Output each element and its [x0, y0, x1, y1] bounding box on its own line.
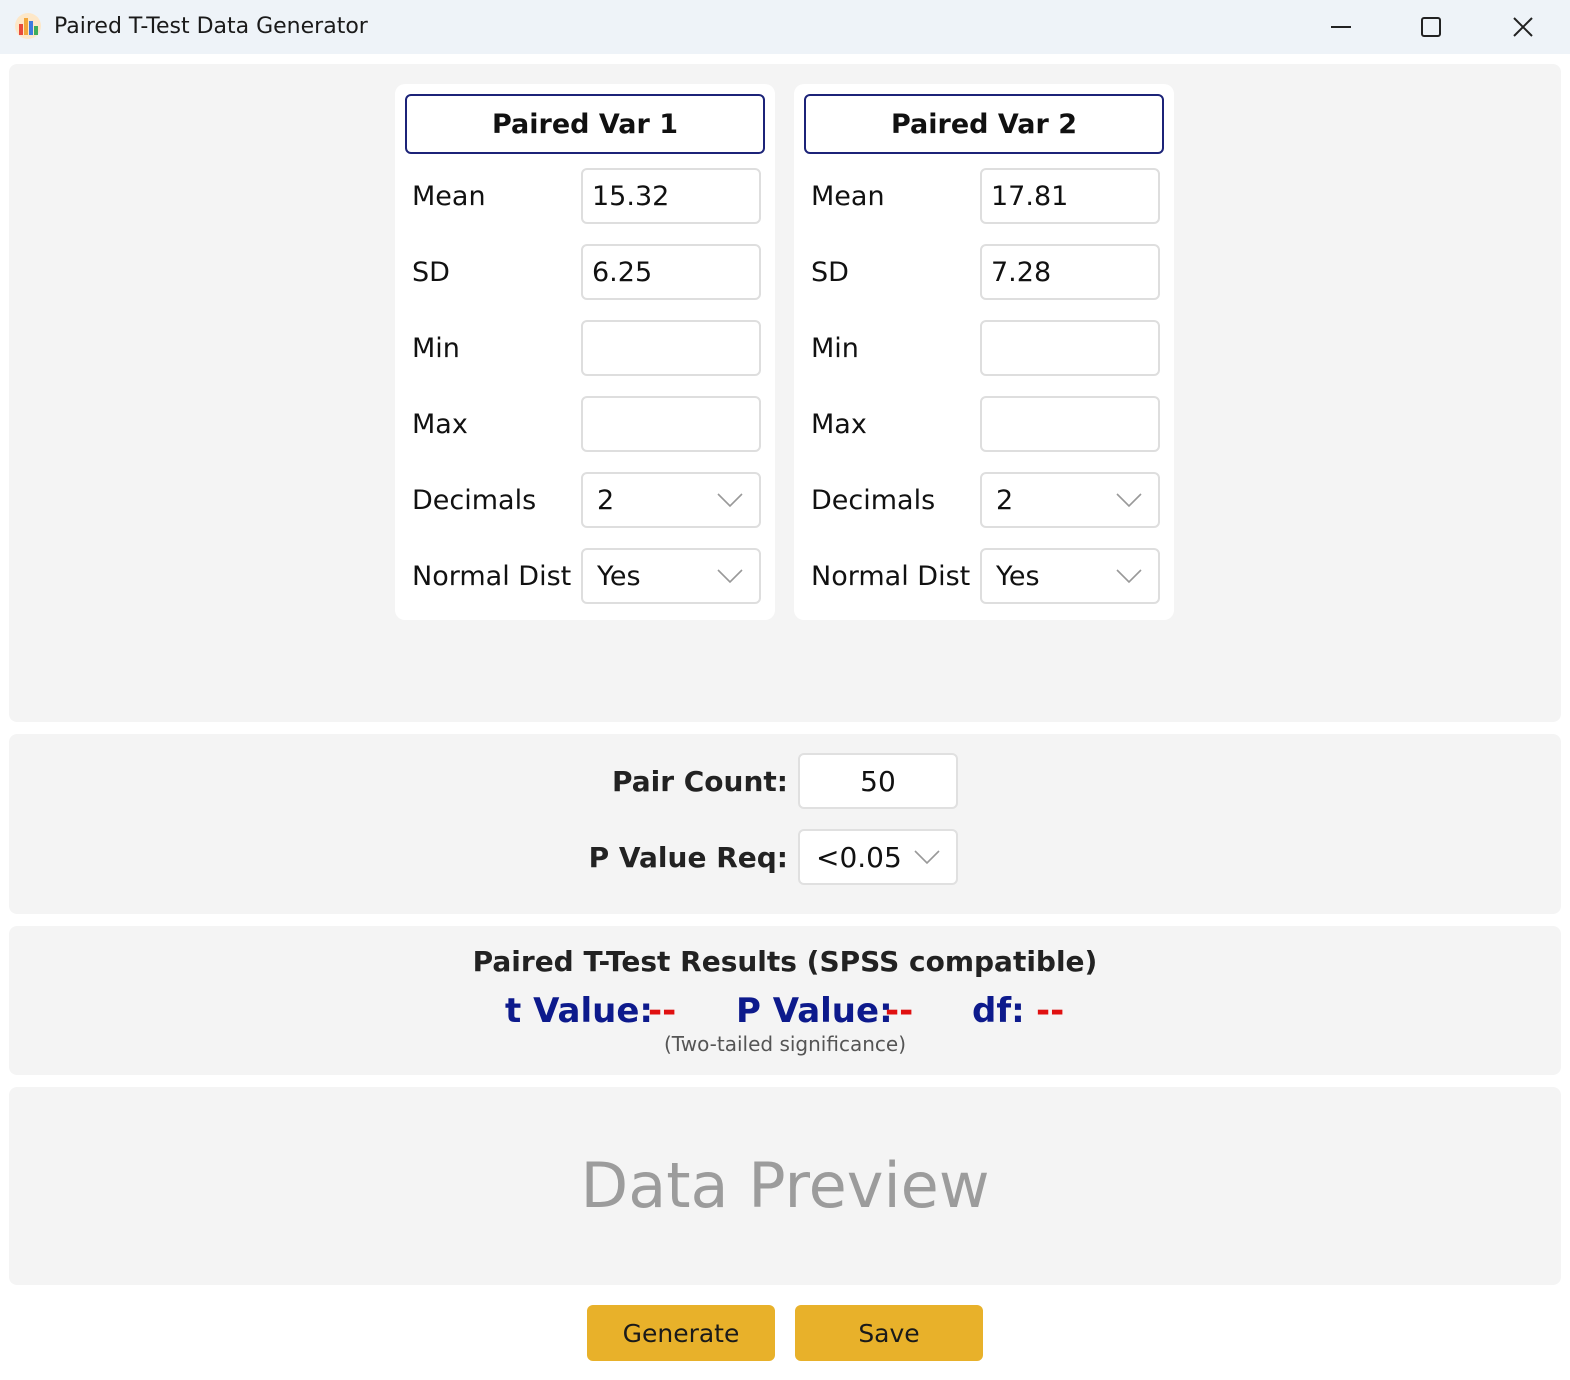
var1-decimals-value: 2	[597, 484, 615, 516]
t-value: --	[648, 991, 677, 1031]
var1-card: Paired Var 1 Mean SD Min Max Decimals 2 …	[395, 84, 775, 620]
close-icon	[1513, 17, 1533, 37]
minimize-icon	[1331, 26, 1351, 28]
var2-decimals-value: 2	[996, 484, 1014, 516]
var1-min-input[interactable]	[581, 320, 761, 376]
p-value-req-select[interactable]: <0.05	[798, 829, 958, 885]
var2-normal-select[interactable]: Yes	[980, 548, 1160, 604]
window-title: Paired T-Test Data Generator	[54, 14, 368, 39]
var2-sd-input[interactable]	[980, 244, 1160, 300]
var1-max-input[interactable]	[581, 396, 761, 452]
chevron-down-icon	[1116, 493, 1142, 508]
var1-mean-label: Mean	[412, 181, 486, 212]
variables-panel	[9, 64, 1561, 722]
chevron-down-icon	[914, 850, 940, 865]
chevron-down-icon	[1116, 569, 1142, 584]
chevron-down-icon	[717, 569, 743, 584]
var2-min-input[interactable]	[980, 320, 1160, 376]
maximize-button[interactable]	[1386, 0, 1476, 54]
chevron-down-icon	[717, 493, 743, 508]
var2-mean-label: Mean	[811, 181, 885, 212]
var2-decimals-label: Decimals	[811, 485, 936, 516]
var1-decimals-label: Decimals	[412, 485, 537, 516]
save-button[interactable]: Save	[795, 1305, 983, 1361]
var2-sd-label: SD	[811, 257, 849, 288]
var1-normal-label: Normal Dist	[412, 561, 572, 592]
var2-normal-label: Normal Dist	[811, 561, 971, 592]
var1-normal-select[interactable]: Yes	[581, 548, 761, 604]
p-value-req-value: <0.05	[816, 840, 902, 874]
var2-max-label: Max	[811, 409, 867, 440]
bar-chart-icon	[15, 13, 41, 39]
var2-header: Paired Var 2	[804, 94, 1164, 154]
pair-count-label: Pair Count:	[611, 765, 788, 798]
var1-sd-input[interactable]	[581, 244, 761, 300]
data-preview-placeholder: Data Preview	[580, 1149, 990, 1222]
var1-mean-input[interactable]	[581, 168, 761, 224]
var1-decimals-select[interactable]: 2	[581, 472, 761, 528]
generate-button[interactable]: Generate	[587, 1305, 775, 1361]
pair-settings-panel	[9, 734, 1561, 914]
p-value-req-label: P Value Req:	[588, 841, 788, 874]
df-label: df:	[972, 991, 1025, 1031]
var2-card: Paired Var 2 Mean SD Min Max Decimals 2 …	[794, 84, 1174, 620]
minimize-button[interactable]	[1296, 0, 1386, 54]
p-value: --	[885, 991, 914, 1031]
var1-min-label: Min	[412, 333, 460, 364]
maximize-icon	[1421, 17, 1441, 37]
close-button[interactable]	[1478, 0, 1568, 54]
var2-normal-value: Yes	[996, 560, 1040, 592]
var2-decimals-select[interactable]: 2	[980, 472, 1160, 528]
t-value-label: t Value:	[505, 991, 654, 1031]
df-value: --	[1036, 991, 1065, 1031]
var1-max-label: Max	[412, 409, 468, 440]
pair-count-input[interactable]	[798, 753, 958, 809]
significance-note: (Two-tailed significance)	[664, 1032, 906, 1056]
var2-min-label: Min	[811, 333, 859, 364]
var2-max-input[interactable]	[980, 396, 1160, 452]
title-bar: Paired T-Test Data Generator	[0, 0, 1570, 54]
results-title: Paired T-Test Results (SPSS compatible)	[472, 945, 1098, 978]
var1-header: Paired Var 1	[405, 94, 765, 154]
var2-mean-input[interactable]	[980, 168, 1160, 224]
p-value-label: P Value:	[736, 991, 893, 1031]
var1-normal-value: Yes	[597, 560, 641, 592]
var1-sd-label: SD	[412, 257, 450, 288]
